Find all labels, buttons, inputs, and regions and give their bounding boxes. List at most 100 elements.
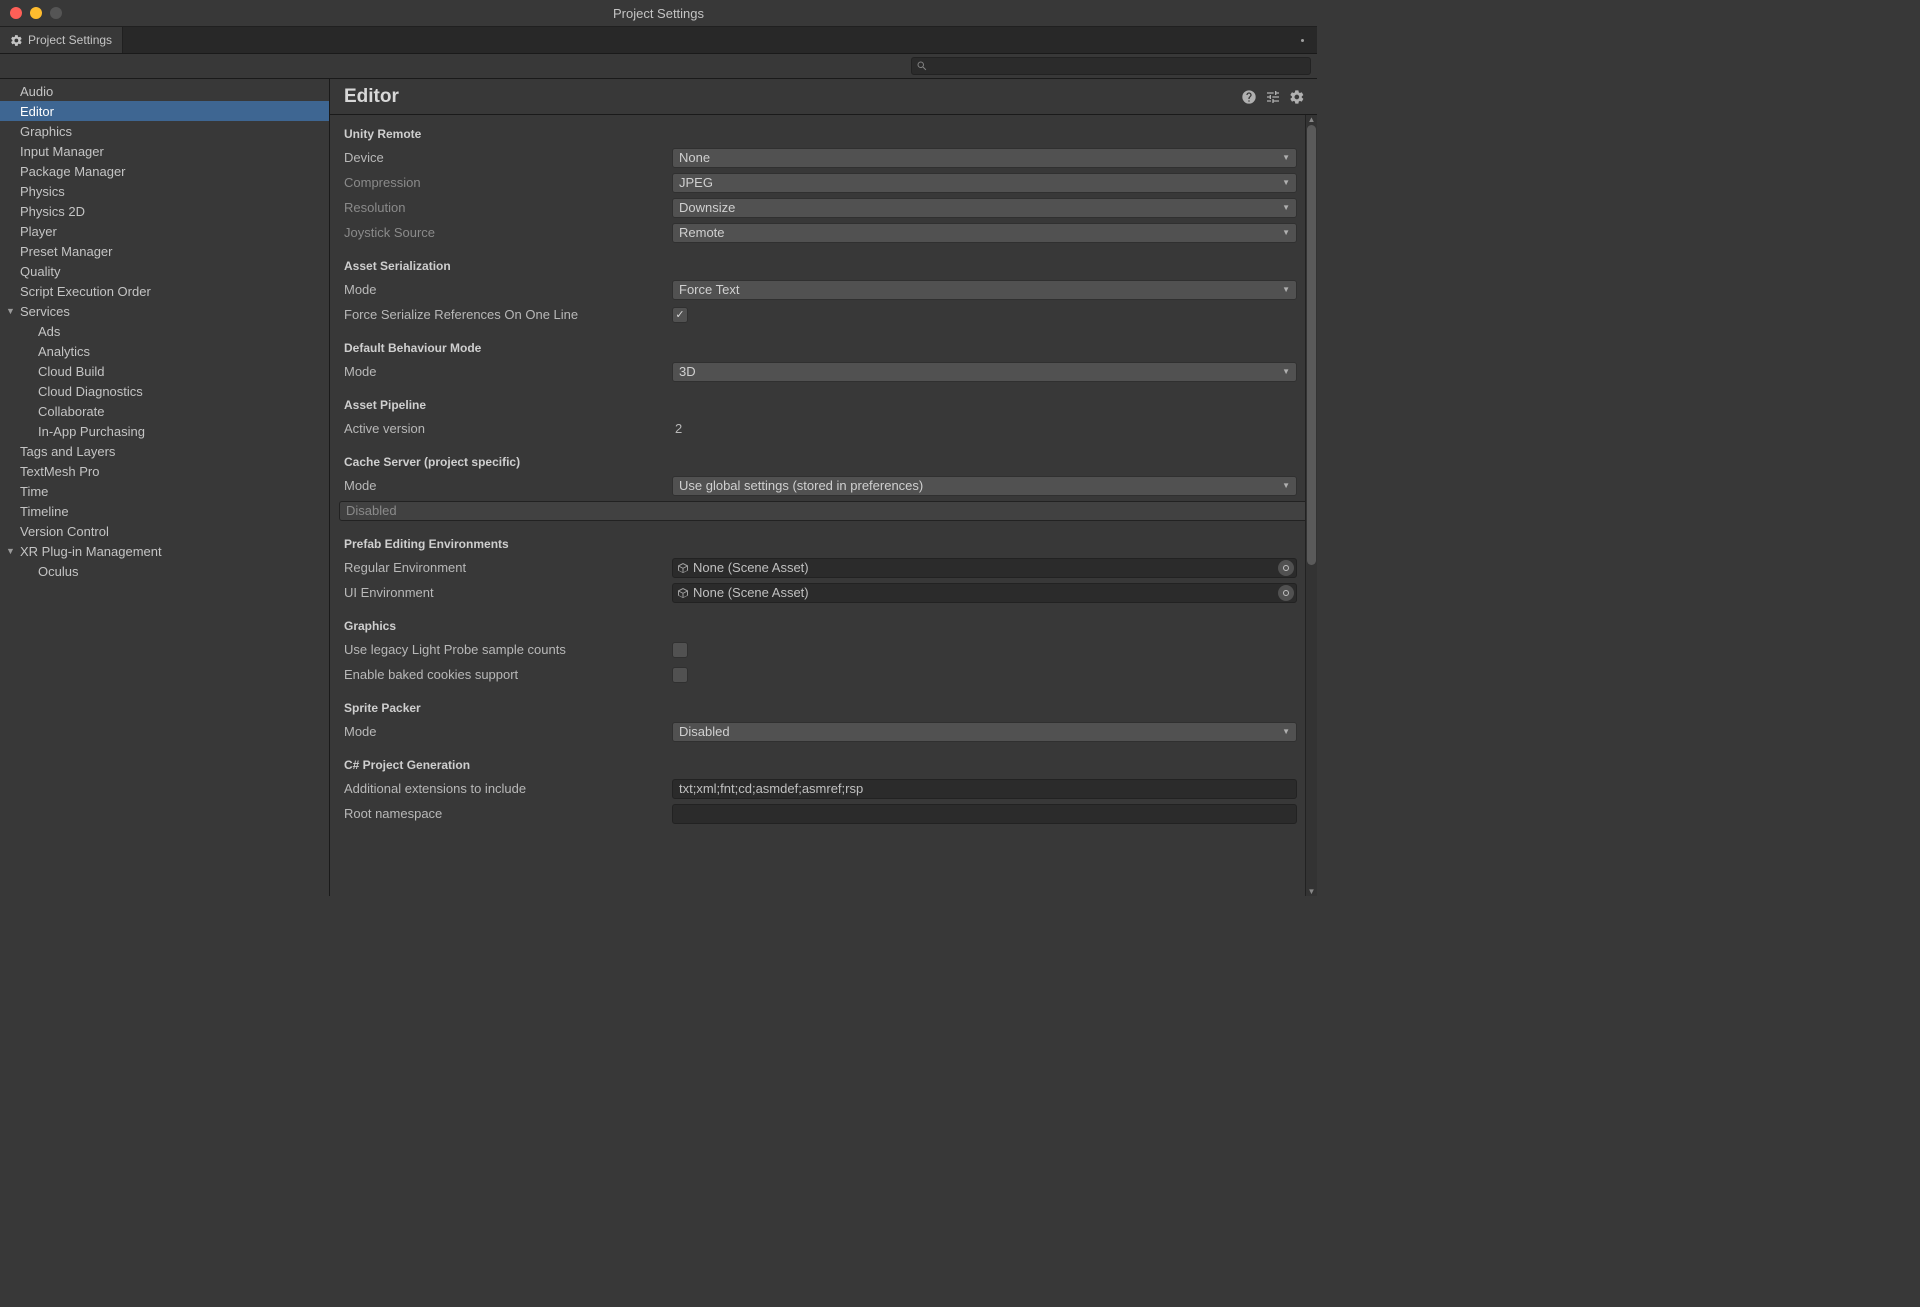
sidebar-item-label: Timeline: [20, 504, 69, 519]
sidebar-item-xr-plug-in-management[interactable]: ▼XR Plug-in Management: [0, 541, 329, 561]
titlebar: Project Settings: [0, 0, 1317, 27]
label-regular-environment: Regular Environment: [344, 560, 672, 575]
label-legacy-light-probe: Use legacy Light Probe sample counts: [344, 642, 672, 657]
sidebar-item-label: Version Control: [20, 524, 109, 539]
cache-status-field: Disabled: [339, 501, 1317, 521]
label-baked-cookies: Enable baked cookies support: [344, 667, 672, 682]
sidebar-item-label: Cloud Build: [38, 364, 105, 379]
dropdown-sprite-mode[interactable]: Disabled▼: [672, 722, 1297, 742]
object-field-ui-env[interactable]: None (Scene Asset): [672, 583, 1297, 603]
sidebar-item-cloud-build[interactable]: Cloud Build: [0, 361, 329, 381]
chevron-down-icon: ▼: [1282, 228, 1290, 237]
sidebar-item-in-app-purchasing[interactable]: In-App Purchasing: [0, 421, 329, 441]
label-joystick-source: Joystick Source: [344, 225, 672, 240]
chevron-down-icon: ▼: [1282, 367, 1290, 376]
label-device: Device: [344, 150, 672, 165]
close-window[interactable]: [10, 7, 22, 19]
tab-project-settings[interactable]: Project Settings: [0, 27, 123, 53]
content-header: Editor: [330, 79, 1317, 115]
sidebar-item-label: Cloud Diagnostics: [38, 384, 143, 399]
tab-row: Project Settings: [0, 27, 1317, 54]
maximize-window[interactable]: [50, 7, 62, 19]
sidebar-item-editor[interactable]: Editor: [0, 101, 329, 121]
sidebar-item-label: TextMesh Pro: [20, 464, 99, 479]
input-root-namespace[interactable]: [672, 804, 1297, 824]
sidebar-item-label: XR Plug-in Management: [20, 544, 162, 559]
sidebar-item-quality[interactable]: Quality: [0, 261, 329, 281]
sidebar-item-script-execution-order[interactable]: Script Execution Order: [0, 281, 329, 301]
scroll-area[interactable]: Unity Remote DeviceNone▼ CompressionJPEG…: [330, 115, 1317, 896]
sidebar-item-physics[interactable]: Physics: [0, 181, 329, 201]
chevron-down-icon: ▼: [1282, 727, 1290, 736]
sidebar-item-textmesh-pro[interactable]: TextMesh Pro: [0, 461, 329, 481]
sidebar-item-version-control[interactable]: Version Control: [0, 521, 329, 541]
dropdown-serialization-mode[interactable]: Force Text▼: [672, 280, 1297, 300]
chevron-down-icon: ▼: [1282, 153, 1290, 162]
minimize-window[interactable]: [30, 7, 42, 19]
label-resolution: Resolution: [344, 200, 672, 215]
sidebar-item-audio[interactable]: Audio: [0, 81, 329, 101]
object-picker-icon[interactable]: [1278, 585, 1294, 601]
sidebar-item-tags-and-layers[interactable]: Tags and Layers: [0, 441, 329, 461]
help-icon[interactable]: [1241, 89, 1257, 105]
section-asset-pipeline: Asset Pipeline: [344, 398, 1297, 412]
sidebar-item-player[interactable]: Player: [0, 221, 329, 241]
sidebar-item-time[interactable]: Time: [0, 481, 329, 501]
tab-label: Project Settings: [28, 33, 112, 47]
sidebar-item-label: Quality: [20, 264, 60, 279]
object-picker-icon[interactable]: [1278, 560, 1294, 576]
dropdown-device[interactable]: None▼: [672, 148, 1297, 168]
dropdown-compression[interactable]: JPEG▼: [672, 173, 1297, 193]
chevron-down-icon: ▼: [1282, 481, 1290, 490]
content-panel: Editor Unity Remote DeviceNone▼ Compress…: [330, 79, 1317, 896]
sidebar-item-ads[interactable]: Ads: [0, 321, 329, 341]
sidebar-item-label: Graphics: [20, 124, 72, 139]
page-title: Editor: [344, 86, 1233, 108]
vertical-scrollbar[interactable]: ▲ ▼: [1305, 115, 1317, 896]
sidebar-item-physics-2d[interactable]: Physics 2D: [0, 201, 329, 221]
section-asset-serialization: Asset Serialization: [344, 259, 1297, 273]
window-controls: [0, 7, 62, 19]
input-additional-extensions[interactable]: [672, 779, 1297, 799]
sidebar-item-graphics[interactable]: Graphics: [0, 121, 329, 141]
dropdown-cache-mode[interactable]: Use global settings (stored in preferenc…: [672, 476, 1297, 496]
label-active-version: Active version: [344, 421, 672, 436]
sidebar-item-label: Preset Manager: [20, 244, 113, 259]
sidebar-item-label: Tags and Layers: [20, 444, 115, 459]
search-input[interactable]: [911, 57, 1311, 75]
dropdown-joystick-source[interactable]: Remote▼: [672, 223, 1297, 243]
label-cache-mode: Mode: [344, 478, 672, 493]
value-active-version: 2: [672, 421, 682, 436]
sidebar-item-services[interactable]: ▼Services: [0, 301, 329, 321]
context-menu-button[interactable]: [1287, 27, 1317, 53]
dropdown-behaviour-mode[interactable]: 3D▼: [672, 362, 1297, 382]
sidebar-item-input-manager[interactable]: Input Manager: [0, 141, 329, 161]
sidebar-item-collaborate[interactable]: Collaborate: [0, 401, 329, 421]
sidebar-item-label: Services: [20, 304, 70, 319]
sidebar-item-preset-manager[interactable]: Preset Manager: [0, 241, 329, 261]
sidebar-item-label: Oculus: [38, 564, 78, 579]
chevron-down-icon: ▼: [1282, 285, 1290, 294]
scrollbar-thumb[interactable]: [1307, 125, 1316, 565]
section-default-behaviour: Default Behaviour Mode: [344, 341, 1297, 355]
sidebar-item-oculus[interactable]: Oculus: [0, 561, 329, 581]
sidebar-item-cloud-diagnostics[interactable]: Cloud Diagnostics: [0, 381, 329, 401]
section-unity-remote: Unity Remote: [344, 127, 1297, 141]
scene-asset-icon: [677, 587, 689, 599]
sidebar-item-package-manager[interactable]: Package Manager: [0, 161, 329, 181]
sidebar-item-label: Script Execution Order: [20, 284, 151, 299]
object-field-regular-env[interactable]: None (Scene Asset): [672, 558, 1297, 578]
preset-icon[interactable]: [1265, 89, 1281, 105]
checkbox-force-one-line[interactable]: [672, 307, 688, 323]
sidebar-item-timeline[interactable]: Timeline: [0, 501, 329, 521]
sidebar-item-analytics[interactable]: Analytics: [0, 341, 329, 361]
sidebar-item-label: Time: [20, 484, 48, 499]
gear-icon: [10, 34, 23, 47]
dropdown-resolution[interactable]: Downsize▼: [672, 198, 1297, 218]
checkbox-baked-cookies[interactable]: [672, 667, 688, 683]
kebab-icon: [1301, 39, 1304, 42]
section-csharp-generation: C# Project Generation: [344, 758, 1297, 772]
settings-icon[interactable]: [1289, 89, 1305, 105]
checkbox-legacy-light-probe[interactable]: [672, 642, 688, 658]
sidebar-item-label: Player: [20, 224, 57, 239]
